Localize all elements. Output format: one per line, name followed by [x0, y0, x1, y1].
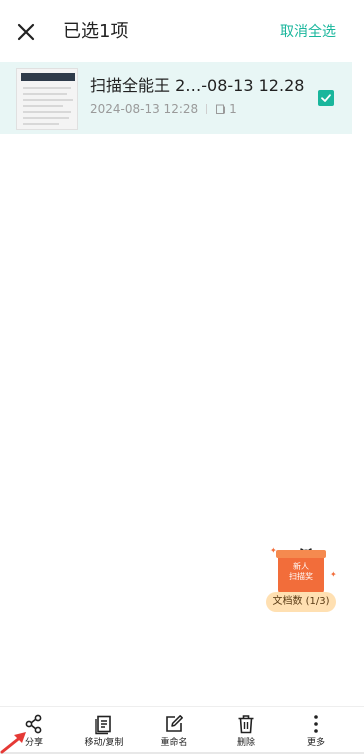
delete-label: 删除: [236, 738, 255, 748]
delete-button[interactable]: 删除: [216, 713, 276, 755]
close-icon: [17, 23, 35, 41]
document-date: 2024-08-13 12:28: [90, 102, 199, 116]
selection-checkbox[interactable]: [318, 90, 334, 106]
document-thumbnail: [16, 68, 78, 130]
document-count-label: 文档数 (1/3): [266, 592, 336, 612]
new-user-scan-reward-badge[interactable]: ✦ ✦ 新人 扫描奖 文档数 (1/3): [266, 540, 338, 612]
more-label: 更多: [306, 738, 325, 748]
more-icon: [314, 715, 318, 733]
checkmark-icon: [321, 94, 331, 102]
gift-box-text: 新人 扫描奖: [289, 562, 313, 581]
move-copy-icon: [95, 715, 111, 735]
rename-icon: [166, 715, 183, 732]
document-list-item[interactable]: 扫描全能王 2…-08-13 12.28 2024-08-13 12:28 1: [0, 62, 352, 134]
rename-button[interactable]: 重命名: [144, 713, 204, 755]
document-name: 扫描全能王 2…-08-13 12.28: [90, 76, 305, 95]
move-copy-button[interactable]: 移动/复制: [74, 713, 134, 755]
annotation-arrow-icon: [0, 732, 26, 754]
top-bar: 已选1项 取消全选: [0, 0, 364, 62]
move-copy-label: 移动/复制: [84, 738, 124, 748]
more-button[interactable]: 更多: [286, 713, 346, 755]
pages-icon: [216, 104, 226, 114]
home-indicator: [0, 752, 364, 754]
meta-divider: [206, 104, 208, 114]
bottom-toolbar: 分享 移动/复制 重命名 删除 更多: [0, 706, 364, 756]
document-meta: 2024-08-13 12:28 1: [90, 100, 237, 118]
deselect-all-button[interactable]: 取消全选: [280, 22, 336, 42]
delete-icon: [238, 715, 254, 734]
close-button[interactable]: [14, 20, 38, 44]
page-count: 1: [229, 102, 237, 116]
rename-label: 重命名: [160, 738, 188, 748]
gift-box-lid: [276, 550, 326, 558]
selection-title: 已选1项: [63, 21, 129, 42]
sparkle-icon: ✦: [330, 570, 337, 579]
